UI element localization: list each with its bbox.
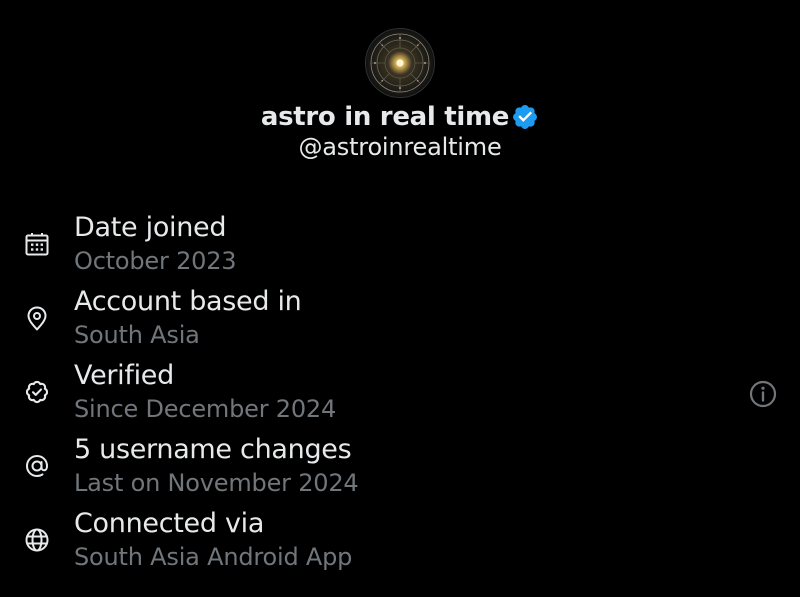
item-subtitle: Last on November 2024 [74, 469, 359, 497]
list-item-username-changes: 5 username changes Last on November 2024 [0, 428, 800, 502]
astrology-wheel-avatar [366, 29, 434, 97]
globe-icon [23, 526, 51, 554]
account-info-list: Date joined October 2023 Account based i… [0, 206, 800, 576]
item-subtitle: Since December 2024 [74, 395, 337, 423]
item-subtitle: South Asia Android App [74, 543, 353, 571]
profile-handle: @astroinrealtime [298, 133, 502, 161]
item-title: 5 username changes [74, 434, 352, 465]
verified-badge-icon [23, 378, 51, 406]
item-title: Account based in [74, 286, 302, 317]
avatar[interactable] [365, 28, 435, 98]
at-sign-icon [23, 452, 51, 480]
list-item-verified: Verified Since December 2024 [0, 354, 800, 428]
list-item-account-based-in: Account based in South Asia [0, 280, 800, 354]
item-subtitle: October 2023 [74, 247, 237, 275]
item-subtitle: South Asia [74, 321, 200, 349]
profile-name-row: astro in real time [0, 98, 800, 136]
location-pin-icon [23, 304, 51, 332]
list-item-connected-via: Connected via South Asia Android App [0, 502, 800, 576]
list-item-date-joined: Date joined October 2023 [0, 206, 800, 280]
item-title: Verified [74, 360, 174, 391]
info-circle-icon[interactable] [747, 378, 779, 410]
verified-check-icon[interactable] [511, 103, 539, 131]
item-title: Connected via [74, 508, 265, 539]
item-title: Date joined [74, 212, 227, 243]
calendar-icon [23, 230, 51, 258]
display-name: astro in real time [260, 102, 510, 132]
